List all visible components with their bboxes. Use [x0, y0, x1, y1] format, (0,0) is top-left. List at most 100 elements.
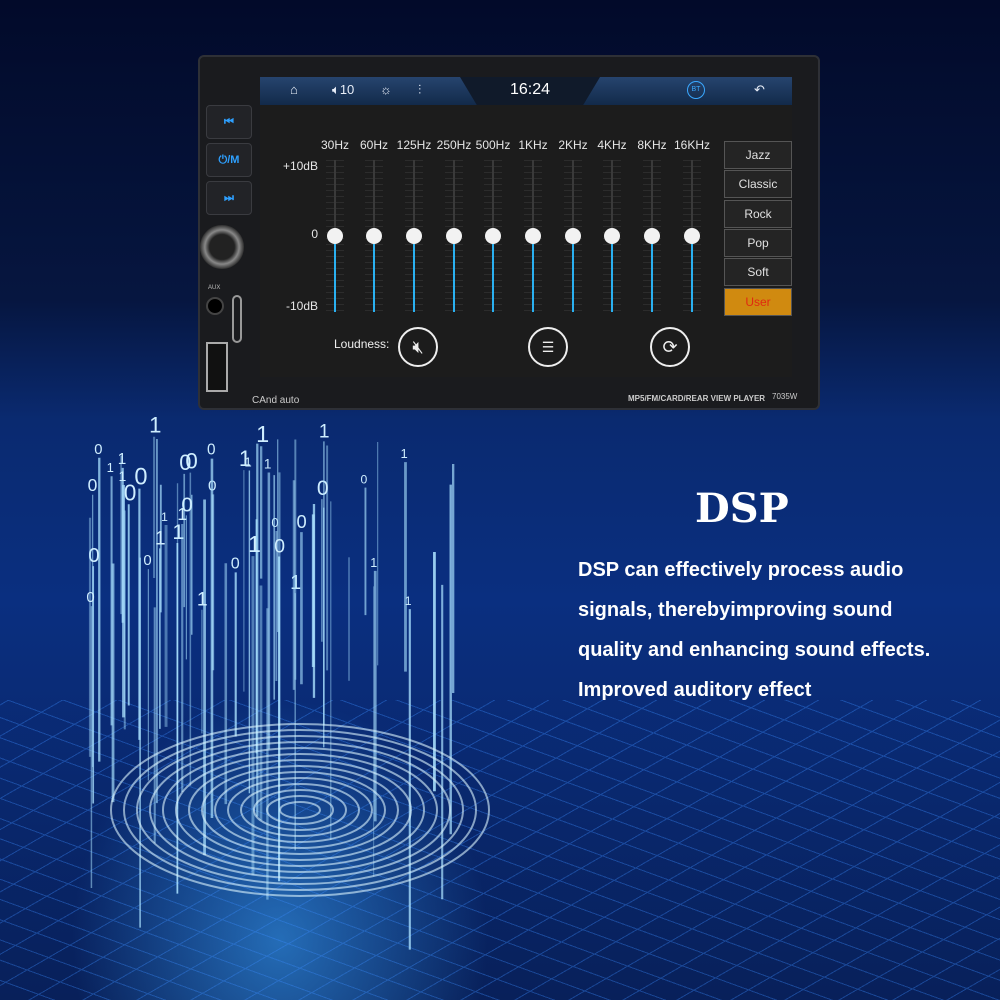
band-label: 4KHz — [597, 138, 627, 152]
promo-line: quality and enhancing sound effects. — [578, 639, 931, 661]
binary-digit: 0 — [317, 477, 329, 500]
binary-digit: 1 — [149, 413, 161, 438]
screen: ⌂ 🔈︎10 ☼ ⫶ 16:24 BT ↶ +10dB 0 -10dB 30Hz… — [260, 77, 792, 377]
equalizer-bars-icon[interactable]: ☰ — [528, 327, 568, 367]
model-number: 7035W — [772, 392, 798, 401]
band-label: 8KHz — [637, 138, 667, 152]
binary-digit: 0 — [360, 473, 367, 487]
band-slider-handle[interactable] — [446, 228, 462, 244]
band-slider-handle[interactable] — [565, 228, 581, 244]
band-label: 500Hz — [475, 138, 511, 152]
fingerprint-ridge — [240, 783, 360, 837]
binary-digit: 1 — [400, 446, 407, 461]
band-fill — [334, 236, 336, 312]
band-fill — [492, 236, 494, 312]
band-slider-handle[interactable] — [327, 228, 343, 244]
band-label: 250Hz — [436, 138, 472, 152]
binary-digit: 1 — [319, 421, 330, 442]
binary-digit: 1 — [155, 528, 166, 549]
reset-icon[interactable]: ⟳ — [650, 327, 690, 367]
volume-knob[interactable] — [200, 225, 244, 269]
binary-digit: 0 — [179, 450, 191, 475]
binary-digit: 1 — [244, 454, 251, 469]
car-stereo: ⏮ ⏻/M ⏭ AUX ⌂ 🔈︎10 ☼ ⫶ 16:24 BT ↶ +10dB … — [198, 55, 820, 410]
band-fill — [373, 236, 375, 312]
preset-classic[interactable]: Classic — [724, 170, 792, 199]
band-label: 1KHz — [518, 138, 548, 152]
binary-digit: 0 — [181, 493, 192, 516]
scale-bottom: -10dB — [285, 299, 318, 313]
fingerprint-ridge — [266, 795, 334, 825]
brightness-icon[interactable]: ☼ — [380, 82, 392, 97]
usb-c-port — [232, 295, 242, 343]
band-slider-handle[interactable] — [406, 228, 422, 244]
binary-digit: 0 — [231, 554, 240, 572]
band-fill — [453, 236, 455, 312]
binary-digit: 1 — [107, 460, 114, 475]
promo-line: Improved auditory effect — [578, 679, 812, 701]
promo-line: signals, therebyimproving sound — [578, 599, 893, 621]
fingerprint-ridge — [110, 723, 490, 897]
loudness-mute-icon[interactable]: 🔇︎ — [398, 327, 438, 367]
promo-title: DSP — [695, 485, 789, 532]
aux-label: AUX — [208, 285, 221, 291]
band-label: 60Hz — [359, 138, 389, 152]
band-fill — [572, 236, 574, 312]
band-label: 30Hz — [320, 138, 350, 152]
fingerprint-ridge — [149, 741, 451, 879]
binary-digit: 1 — [161, 510, 168, 524]
band-slider-handle[interactable] — [684, 228, 700, 244]
band-fill — [611, 236, 613, 312]
volume-icon[interactable]: 🔈︎10 — [332, 82, 354, 98]
power-mode-button[interactable]: ⏻/M — [206, 143, 252, 177]
equalizer-icon[interactable]: ⫶ — [418, 82, 421, 98]
home-icon[interactable]: ⌂ — [290, 82, 298, 97]
preset-soft[interactable]: Soft — [724, 258, 792, 287]
fingerprint-ridge — [201, 765, 399, 855]
binary-digit: 0 — [296, 511, 306, 532]
band-label: 2KHz — [558, 138, 588, 152]
band-fill — [532, 236, 534, 312]
fingerprint-ridge — [188, 759, 412, 861]
preset-pop[interactable]: Pop — [724, 228, 792, 257]
bluetooth-icon[interactable]: BT — [687, 81, 705, 99]
binary-digit: 1 — [118, 451, 127, 468]
binary-digit: 0 — [86, 590, 94, 606]
binary-digit: 1 — [264, 456, 272, 471]
band-fill — [413, 236, 415, 312]
preset-user[interactable]: User — [724, 287, 792, 316]
binary-digit: 0 — [207, 442, 216, 459]
band-label: 16KHz — [673, 138, 711, 152]
band-fill — [651, 236, 653, 312]
binary-digit: 0 — [94, 442, 102, 458]
preset-jazz[interactable]: Jazz — [724, 141, 792, 169]
volume-level: 10 — [339, 82, 355, 97]
model-description: MP5/FM/CARD/REAR VIEW PLAYER — [628, 394, 766, 403]
binary-digit: 1 — [248, 531, 261, 557]
scale-mid: 0 — [311, 227, 318, 241]
band-slider-handle[interactable] — [644, 228, 660, 244]
next-button[interactable]: ⏭ — [206, 181, 252, 215]
scale-top: +10dB — [282, 159, 318, 173]
usb-port — [206, 342, 228, 392]
top-bar: ⌂ 🔈︎10 ☼ ⫶ 16:24 BT ↶ — [260, 77, 792, 105]
binary-digit: 0 — [134, 465, 147, 491]
binary-digit: 0 — [143, 553, 151, 569]
preset-rock[interactable]: Rock — [724, 199, 792, 228]
fingerprint-ridge — [227, 777, 373, 843]
aux-port — [206, 297, 224, 315]
promo-line: DSP can effectively process audio — [578, 559, 904, 581]
clock: 16:24 — [460, 77, 600, 105]
loudness-label: Loudness: — [334, 337, 390, 351]
fingerprint-ridge — [136, 735, 464, 885]
fingerprint-ridge — [279, 801, 321, 819]
band-slider-handle[interactable] — [485, 228, 501, 244]
binary-digit: 1 — [256, 421, 269, 447]
band-slider-handle[interactable] — [604, 228, 620, 244]
band-slider-handle[interactable] — [366, 228, 382, 244]
binary-digit: 0 — [274, 536, 285, 558]
band-fill — [691, 236, 693, 312]
prev-button[interactable]: ⏮ — [206, 105, 252, 139]
back-icon[interactable]: ↶ — [754, 82, 765, 98]
band-slider-handle[interactable] — [525, 228, 541, 244]
